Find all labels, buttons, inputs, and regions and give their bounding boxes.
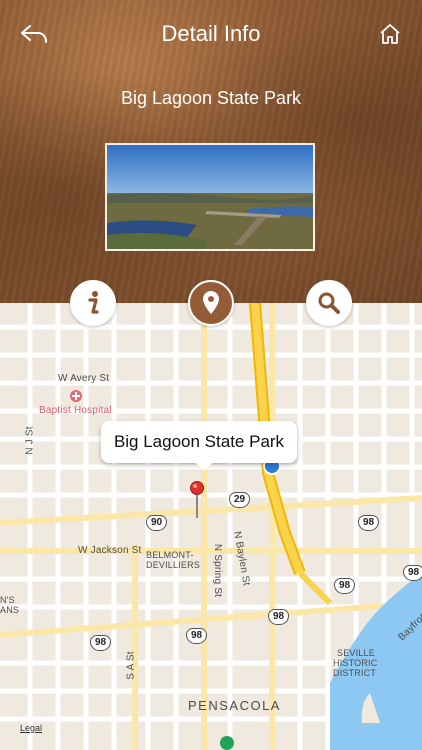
area-label-ns-2: ANS (0, 605, 20, 615)
map-legal-link[interactable]: Legal (20, 723, 42, 733)
area-label-seville-2: HISTORIC (333, 658, 378, 668)
place-photo-image (107, 145, 313, 249)
route-shield-98-b: 98 (334, 578, 356, 594)
hospital-icon (70, 390, 82, 402)
route-shield-90: 90 (146, 515, 168, 531)
home-button[interactable] (376, 20, 404, 48)
area-label-devilliers: DEVILLIERS (146, 560, 201, 570)
street-label-nj: N J St (24, 426, 36, 455)
area-label-ns-1: N'S (0, 595, 15, 605)
home-icon (380, 24, 400, 44)
route-shield-98-e: 98 (186, 628, 208, 644)
area-label-belmont: BELMONT- (146, 550, 194, 560)
route-shield-98-a: 98 (358, 515, 380, 531)
city-label-pensacola: PENSACOLA (188, 698, 281, 713)
bus-icon (220, 736, 234, 750)
page-title: Detail Info (161, 21, 261, 46)
street-label-spring: N Spring St (212, 543, 224, 598)
route-shield-98-f: 98 (90, 635, 112, 651)
map-view[interactable]: W Avery St Baptist Hospital N J St W Jac… (0, 303, 422, 750)
info-icon (88, 291, 99, 314)
street-label-jackson: W Jackson St (78, 545, 142, 556)
poi-label-baptist: Baptist Hospital (39, 405, 112, 416)
place-photo[interactable] (105, 143, 315, 251)
place-name: Big Lagoon State Park (120, 88, 302, 108)
route-shield-98-d: 98 (268, 609, 290, 625)
area-label-seville-3: DISTRICT (333, 668, 377, 678)
search-button[interactable] (306, 280, 352, 326)
route-shield-29: 29 (229, 492, 251, 508)
location-button[interactable] (188, 280, 234, 326)
map-callout[interactable]: Big Lagoon State Park (101, 421, 297, 471)
street-label-sa: S A St (125, 651, 137, 680)
header: Detail Info Big Lagoon State Park (0, 0, 422, 303)
route-shield-98-c: 98 (403, 565, 422, 581)
search-icon (318, 292, 340, 314)
street-label-avery: W Avery St (58, 373, 110, 384)
nav-bar: Detail Info (0, 0, 422, 68)
area-label-seville-1: SEVILLE (337, 648, 375, 658)
info-button[interactable] (70, 280, 116, 326)
location-pin-icon (203, 291, 219, 314)
